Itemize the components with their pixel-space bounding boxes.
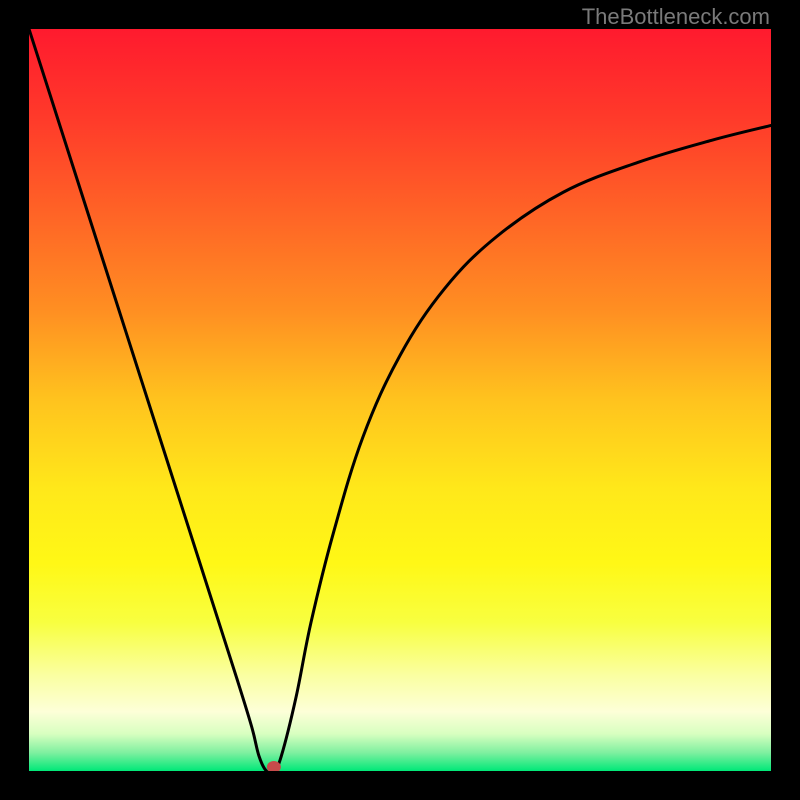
watermark-text: TheBottleneck.com — [582, 4, 770, 30]
plot-frame: TheBottleneck.com — [0, 0, 800, 800]
plot-area — [29, 29, 771, 771]
chart-svg — [29, 29, 771, 771]
chart-background — [29, 29, 771, 771]
